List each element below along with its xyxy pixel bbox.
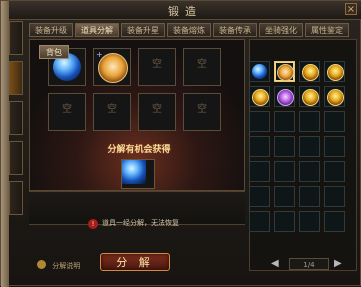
bag-cell-15[interactable] (299, 136, 320, 157)
reward-title: 分解有机会获得 (107, 145, 171, 155)
bag-cell-27[interactable] (299, 211, 320, 232)
tab-equip-star[interactable]: 装备升星 (121, 23, 165, 37)
bag-cell-9[interactable] (249, 111, 270, 132)
decompose-slot-4[interactable]: 空 (183, 48, 221, 86)
empty-slot-label: 空 (197, 59, 207, 70)
bag-cell-5[interactable] (249, 86, 270, 107)
empty-slot-label: 空 (62, 104, 72, 115)
bottom-controls: 分解说明 分 解 (29, 253, 245, 279)
bag-cell-18[interactable] (274, 161, 295, 182)
inventory-grid (249, 61, 353, 241)
bag-cell-11[interactable] (299, 111, 320, 132)
reward-crystal-icon (122, 160, 146, 184)
bag-cell-3[interactable] (299, 61, 320, 82)
bag-cell-28[interactable] (324, 211, 345, 232)
decompose-slot-3[interactable]: 空 (138, 48, 176, 86)
tab-equip-inherit[interactable]: 装备传承 (213, 23, 257, 37)
tab-item-decompose[interactable]: 道具分解 (75, 23, 119, 37)
empty-slot-label: 空 (152, 104, 162, 115)
side-tab-3[interactable] (9, 101, 23, 135)
warning-icon: ! (88, 219, 98, 229)
empty-slot-label: 空 (197, 104, 207, 115)
bag-cell-25[interactable] (249, 211, 270, 232)
bag-cell-1[interactable] (249, 61, 270, 82)
gold-emblem-icon (327, 89, 344, 106)
tab-attribute-appraise[interactable]: 属性鉴定 (305, 23, 349, 37)
bag-cell-16[interactable] (324, 136, 345, 157)
bag-cell-2[interactable] (274, 61, 295, 82)
empty-slot-label: 空 (152, 59, 162, 70)
orange-face-icon (277, 64, 294, 81)
next-page-icon[interactable]: ▶ (334, 259, 344, 269)
inventory-pager: ◀ 1/4 ▶ (271, 258, 347, 272)
decompose-slot-5[interactable]: 空 (48, 93, 86, 131)
gold-emblem-icon (327, 64, 344, 81)
bag-cell-10[interactable] (274, 111, 295, 132)
bag-cell-14[interactable] (274, 136, 295, 157)
help-label: 分解说明 (52, 262, 81, 270)
decompose-button[interactable]: 分 解 (100, 253, 170, 271)
bag-cell-4[interactable] (324, 61, 345, 82)
inventory-tab[interactable]: 背包 (39, 45, 69, 59)
bag-cell-6[interactable] (274, 86, 295, 107)
side-tab-4[interactable] (9, 141, 23, 175)
window-title: 锻造 (168, 5, 202, 18)
decompose-slot-6[interactable]: 空 (93, 93, 131, 131)
bag-cell-22[interactable] (274, 186, 295, 207)
plus-icon: + (96, 50, 103, 59)
top-tabs: 装备升级 道具分解 装备升星 装备熔炼 装备传承 坐骑强化 属性鉴定 (29, 23, 359, 39)
bag-cell-17[interactable] (249, 161, 270, 182)
bag-cell-7[interactable] (299, 86, 320, 107)
bag-cell-19[interactable] (299, 161, 320, 182)
bag-cell-24[interactable] (324, 186, 345, 207)
gold-emblem-icon (252, 89, 269, 106)
gold-emblem-icon (302, 89, 319, 106)
bag-cell-23[interactable] (299, 186, 320, 207)
help-icon (37, 260, 46, 269)
purple-emblem-icon (277, 89, 294, 106)
tab-equip-smelt[interactable]: 装备熔炼 (167, 23, 211, 37)
side-tab-1[interactable] (9, 21, 23, 55)
side-tab-strip (9, 21, 23, 287)
left-background-strip (1, 1, 9, 287)
empty-slot-label: 空 (107, 104, 117, 115)
blue-crystal-icon (252, 64, 267, 79)
bag-cell-20[interactable] (324, 161, 345, 182)
bag-cell-12[interactable] (324, 111, 345, 132)
reward-slot (121, 159, 155, 189)
close-button[interactable]: × (345, 3, 357, 15)
title-bar: 锻造 × (9, 1, 361, 20)
tab-equip-upgrade[interactable]: 装备升级 (29, 23, 73, 37)
bag-cell-21[interactable] (249, 186, 270, 207)
bag-cell-13[interactable] (249, 136, 270, 157)
help-link[interactable]: 分解说明 (37, 260, 80, 271)
decompose-slot-8[interactable]: 空 (183, 93, 221, 131)
warning-text: 道具一经分解，无法恢复 (102, 219, 179, 227)
bag-cell-8[interactable] (324, 86, 345, 107)
decompose-slot-7[interactable]: 空 (138, 93, 176, 131)
forge-window: 锻造 × 装备升级 道具分解 装备升星 装备熔炼 装备传承 坐骑强化 属性鉴定 … (0, 0, 361, 287)
tab-mount-enhance[interactable]: 坐骑强化 (259, 23, 303, 37)
side-tab-2[interactable] (9, 61, 23, 95)
decompose-panel: + + 空 空 空 空 空 空 分解有机会获得 (29, 39, 245, 191)
gold-emblem-icon (302, 64, 319, 81)
decompose-slot-2[interactable]: + (93, 48, 131, 86)
prev-page-icon[interactable]: ◀ (271, 259, 281, 269)
page-indicator: 1/4 (289, 258, 329, 270)
bag-cell-26[interactable] (274, 211, 295, 232)
side-tab-5[interactable] (9, 181, 23, 215)
